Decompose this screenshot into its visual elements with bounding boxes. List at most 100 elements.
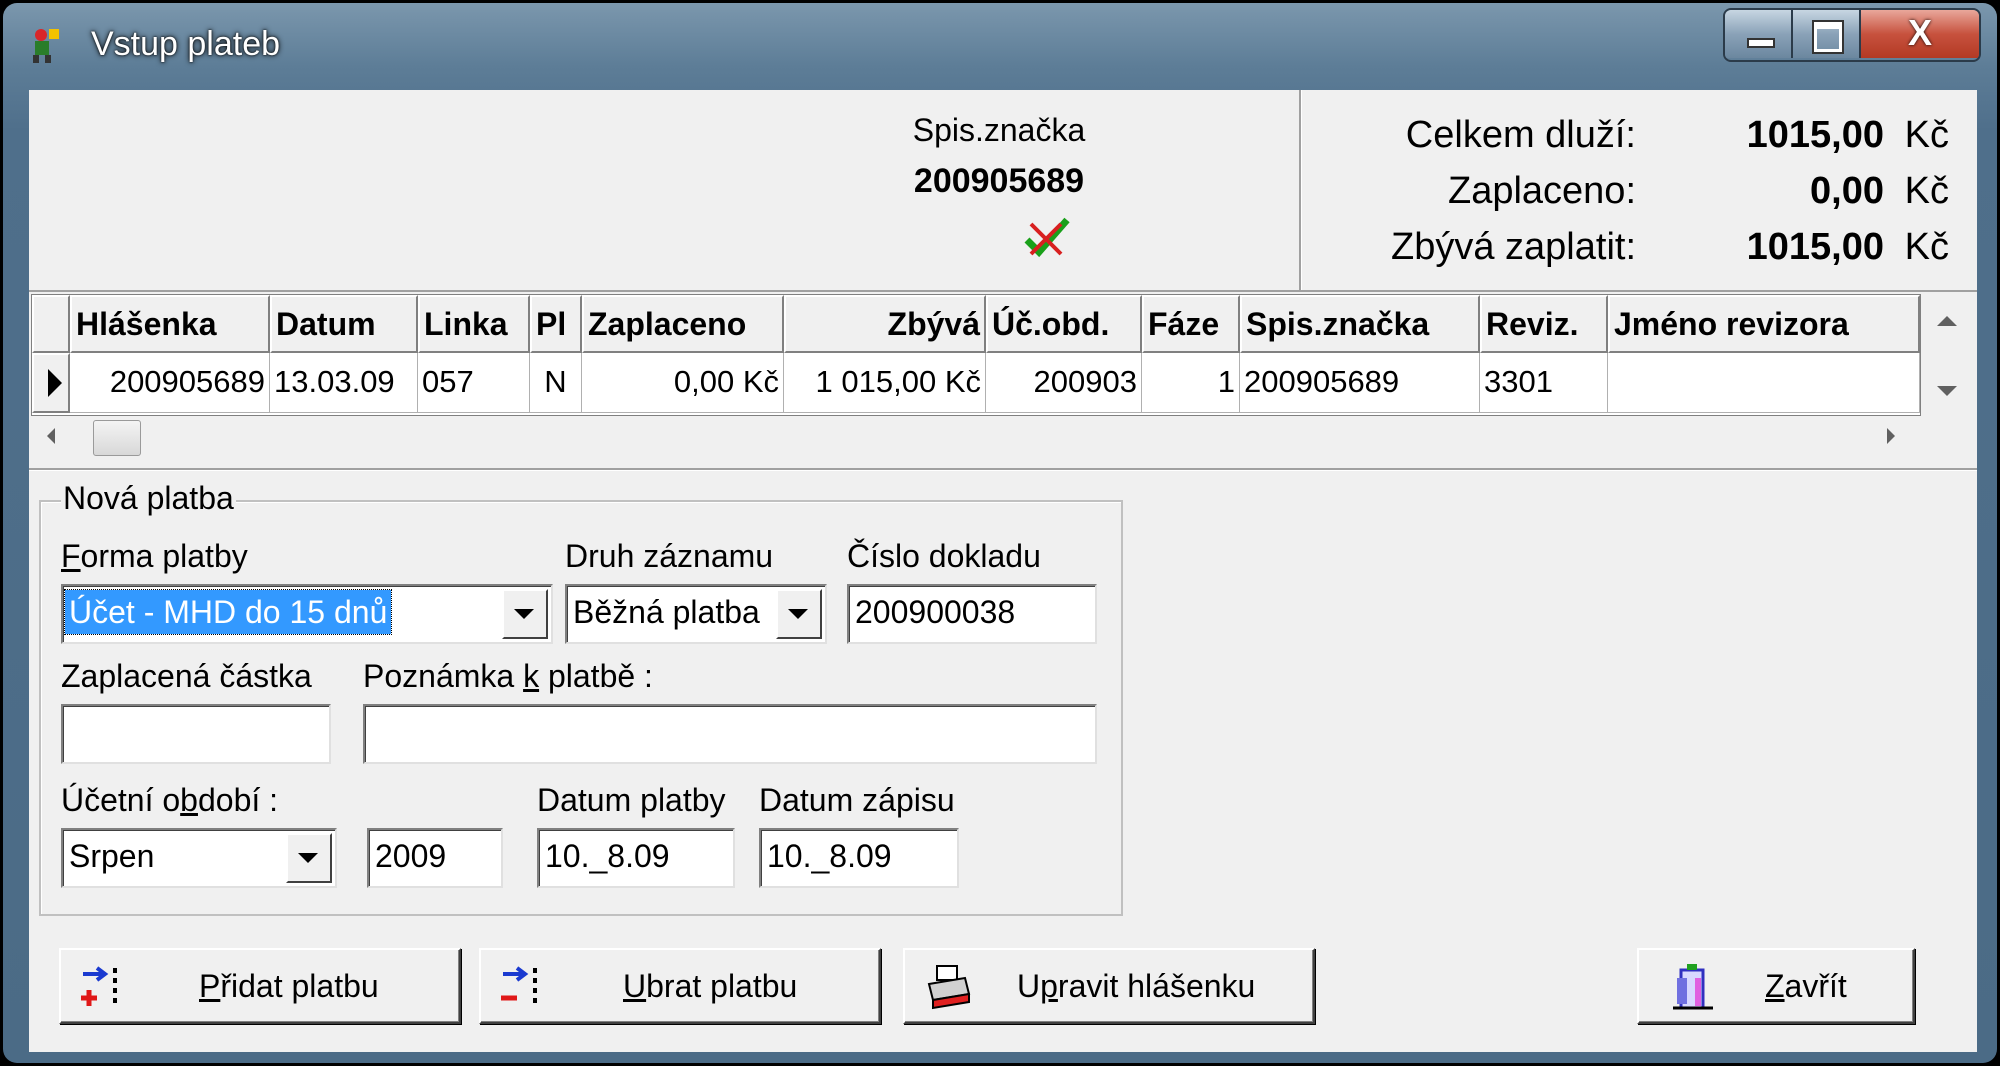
remove-payment-label: Ubrat platbu	[623, 968, 797, 1005]
column-header[interactable]: Pl	[530, 295, 582, 353]
column-header[interactable]: Zaplaceno	[582, 295, 784, 353]
forma-platby-accel: F	[61, 538, 81, 574]
column-header[interactable]: Zbývá	[784, 295, 986, 353]
ucetni-obdobi-label-pre: Účetní o	[61, 782, 181, 818]
summary-remaining-value: 1015,00	[1746, 226, 1884, 268]
minimize-button[interactable]	[1725, 10, 1793, 58]
close-dialog-label: Zavřít	[1765, 968, 1847, 1005]
window-controls: X	[1723, 8, 1981, 62]
scroll-right-icon[interactable]	[1887, 428, 1895, 444]
remove-payment-button[interactable]: Ubrat platbu	[479, 948, 881, 1024]
column-header[interactable]: Linka	[418, 295, 530, 353]
vertical-scrollbar[interactable]	[1921, 294, 1971, 414]
datum-zapisu-input[interactable]: 10._8.09	[759, 828, 959, 888]
maximize-button[interactable]	[1793, 10, 1861, 58]
title-bar[interactable]: Vstup plateb X	[3, 3, 1997, 88]
poznamka-label-post: platbě :	[539, 658, 653, 694]
close-dialog-button[interactable]: Zavřít	[1637, 948, 1915, 1024]
check-cross-icon[interactable]	[1021, 214, 1073, 260]
summary-total-row: Celkem dluží: 1015,00 Kč	[1319, 114, 1969, 164]
add-payment-button[interactable]: Přidat platbu	[59, 948, 461, 1024]
cell-zbyva[interactable]: 1 015,00 Kč	[784, 353, 986, 413]
payments-grid: Hlášenka Datum Linka Pl Zaplaceno Zbývá …	[29, 292, 1977, 456]
cell-jmeno-revizora[interactable]	[1608, 353, 1920, 413]
chevron-down-icon	[298, 853, 318, 863]
ucetni-obdobi-label-post: dobí :	[197, 782, 279, 818]
zaplacena-castka-input[interactable]	[61, 704, 331, 764]
window-frame: Vstup plateb X Spis.značka 200905689 Cel…	[3, 3, 1997, 1063]
poznamka-input[interactable]	[363, 704, 1097, 764]
druh-zaznamu-value: Běžná platba	[573, 594, 760, 630]
scroll-up-icon[interactable]	[1937, 316, 1957, 326]
forma-platby-select[interactable]: Účet - MHD do 15 dnů	[61, 584, 553, 644]
remove-payment-accel: U	[623, 968, 647, 1004]
row-indicator	[32, 353, 70, 413]
forma-platby-label: Forma platby	[61, 538, 248, 575]
cell-reviz[interactable]: 3301	[1480, 353, 1608, 413]
header-panel: Spis.značka 200905689 Celkem dluží: 1015…	[29, 90, 1977, 292]
edit-report-label-pre: U	[1017, 968, 1041, 1004]
horizontal-scrollbar[interactable]	[31, 416, 1919, 456]
window: Vstup plateb X Spis.značka 200905689 Cel…	[0, 0, 2000, 1066]
column-header[interactable]: Spis.značka	[1240, 295, 1480, 353]
close-button[interactable]: X	[1861, 10, 1979, 58]
cell-spis-znacka[interactable]: 200905689	[1240, 353, 1480, 413]
row-pointer-icon	[48, 369, 62, 397]
cell-pl[interactable]: N	[530, 353, 582, 413]
grid-corner	[32, 295, 70, 353]
grid-body: Hlášenka Datum Linka Pl Zaplaceno Zbývá …	[31, 294, 1921, 416]
druh-zaznamu-select[interactable]: Běžná platba	[565, 584, 827, 644]
cislo-dokladu-input[interactable]: 200900038	[847, 584, 1097, 644]
header-divider	[1299, 90, 1301, 290]
cell-hlasenka[interactable]: 200905689	[70, 353, 270, 413]
minimize-icon	[1747, 38, 1775, 48]
cell-uc-obd[interactable]: 200903	[986, 353, 1142, 413]
edit-report-button[interactable]: Upravit hlášenku	[903, 948, 1315, 1024]
edit-report-accel: p	[1040, 968, 1058, 1004]
cislo-dokladu-label: Číslo dokladu	[847, 538, 1041, 574]
summary-total-currency: Kč	[1904, 114, 1949, 156]
poznamka-accel: k	[523, 658, 540, 694]
month-dropdown-button[interactable]	[286, 833, 332, 883]
summary-total-label: Celkem dluží:	[1405, 114, 1636, 156]
year-input[interactable]: 2009	[367, 828, 503, 888]
grid-header: Hlášenka Datum Linka Pl Zaplaceno Zbývá …	[32, 295, 1920, 353]
close-dialog-label-text: avřít	[1784, 968, 1847, 1004]
printer-icon	[927, 965, 971, 1010]
table-row[interactable]: 200905689 13.03.09 057 N 0,00 Kč 1 015,0…	[32, 353, 1920, 413]
poznamka-label-pre: Poznámka	[363, 658, 524, 694]
druh-zaznamu-dropdown-button[interactable]	[776, 589, 822, 639]
column-header[interactable]: Úč.obd.	[986, 295, 1142, 353]
remove-row-icon	[501, 966, 537, 1008]
summary-remaining-label: Zbývá zaplatit:	[1391, 226, 1636, 268]
scroll-left-icon[interactable]	[47, 428, 55, 444]
datum-zapisu-label: Datum zápisu	[759, 782, 955, 818]
column-header[interactable]: Jméno revizora	[1608, 295, 1920, 353]
column-header[interactable]: Reviz.	[1480, 295, 1608, 353]
zaplacena-castka-label: Zaplacená částka	[61, 658, 312, 694]
spis-label: Spis.značka	[912, 112, 1086, 148]
new-payment-group: Nová platba Forma platby Účet - MHD do 1…	[39, 480, 1123, 916]
datum-platby-label: Datum platby	[537, 782, 726, 818]
column-header[interactable]: Hlášenka	[70, 295, 270, 353]
chevron-down-icon	[788, 609, 808, 619]
add-payment-label-text: řidat platbu	[220, 968, 379, 1004]
column-header[interactable]: Fáze	[1142, 295, 1240, 353]
maximize-icon	[1814, 22, 1842, 52]
close-dialog-accel: Z	[1765, 968, 1785, 1004]
cell-zaplaceno[interactable]: 0,00 Kč	[582, 353, 784, 413]
remove-payment-label-text: brat platbu	[646, 968, 798, 1004]
cell-faze[interactable]: 1	[1142, 353, 1240, 413]
poznamka-label: Poznámka k platbě :	[363, 658, 653, 695]
scroll-down-icon[interactable]	[1937, 386, 1957, 396]
app-icon	[33, 29, 59, 63]
datum-platby-input[interactable]: 10._8.09	[537, 828, 735, 888]
cell-datum[interactable]: 13.03.09	[270, 353, 418, 413]
month-select[interactable]: Srpen	[61, 828, 337, 888]
window-title: Vstup plateb	[91, 25, 281, 63]
column-header[interactable]: Datum	[270, 295, 418, 353]
scroll-thumb[interactable]	[93, 420, 141, 456]
summary-paid-currency: Kč	[1904, 170, 1949, 212]
forma-platby-dropdown-button[interactable]	[502, 589, 548, 639]
cell-linka[interactable]: 057	[418, 353, 530, 413]
